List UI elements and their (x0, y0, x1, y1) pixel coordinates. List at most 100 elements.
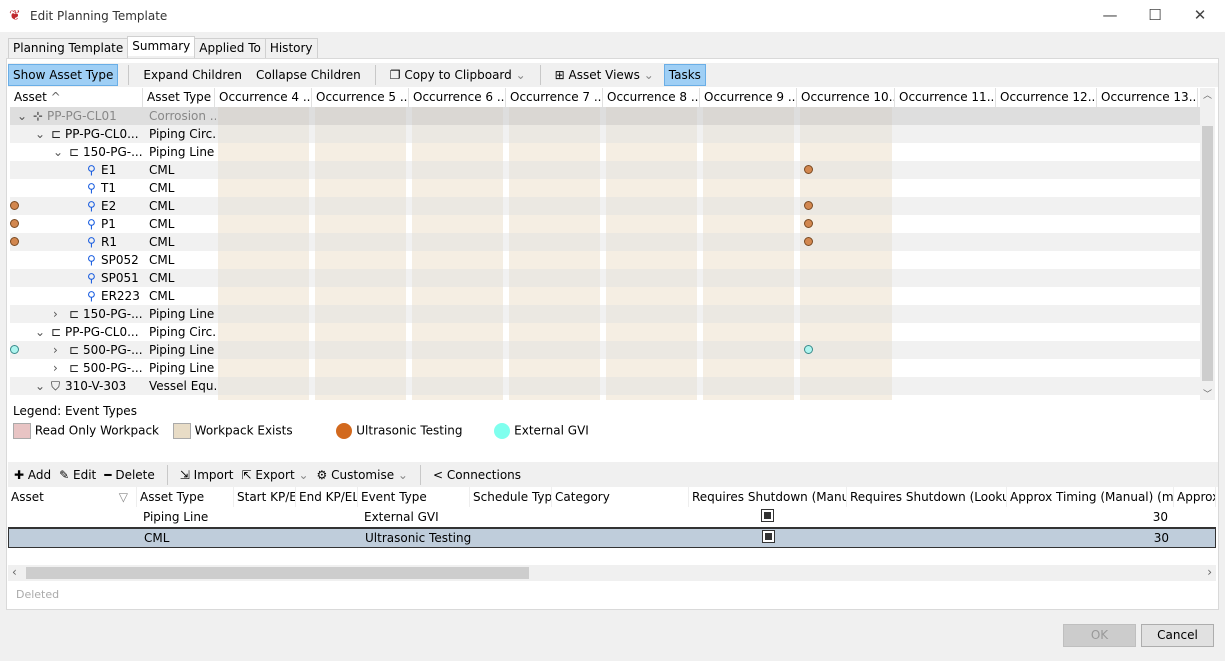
task-event-type: Ultrasonic Testing (365, 531, 472, 545)
collapse-children-button[interactable]: Collapse Children (252, 65, 365, 85)
tree-row[interactable]: ⚲ SP051 CML (10, 269, 1200, 287)
delete-button[interactable]: ━ Delete (104, 468, 155, 482)
task-column-header[interactable]: Requires Shutdown (Manual) (689, 487, 847, 507)
close-button[interactable]: ✕ (1190, 6, 1210, 24)
collapse-chevron-icon[interactable]: › (50, 305, 61, 323)
tab-summary[interactable]: Summary (127, 36, 196, 56)
export-button[interactable]: ⇱ Export ⌄ (241, 468, 308, 482)
expand-chevron-icon[interactable]: ⌄ (50, 143, 66, 161)
ultrasonic-testing-event[interactable] (804, 165, 813, 174)
ultrasonic-testing-event[interactable] (10, 237, 19, 246)
tasks-toggle[interactable]: Tasks (663, 64, 706, 86)
tree-row[interactable]: ⌄ ⊏ 150-PG-... Piping Line (10, 143, 1200, 161)
tree-row[interactable]: › ⊏ 150-PG-... Piping Line (10, 305, 1200, 323)
tree-row[interactable]: ⚲ E2 CML (10, 197, 1200, 215)
sort-asc-icon: ^ (50, 90, 61, 104)
column-header[interactable]: Occurrence 12... (996, 88, 1097, 107)
ultrasonic-testing-event[interactable] (804, 201, 813, 210)
copy-to-clipboard-button[interactable]: ❐ Copy to Clipboard ⌄ (386, 65, 530, 85)
ultrasonic-testing-event[interactable] (10, 201, 19, 210)
task-column-header[interactable]: Asset ▽ (8, 487, 137, 507)
column-header[interactable]: Occurrence 10... (797, 88, 895, 107)
scroll-right-icon[interactable]: › (1207, 565, 1212, 579)
ultrasonic-testing-event[interactable] (804, 237, 813, 246)
scroll-down-icon[interactable]: ﹀ (1200, 387, 1215, 400)
column-header[interactable]: Asset Type (143, 88, 215, 107)
expand-chevron-icon[interactable]: ⌄ (14, 107, 30, 125)
column-header[interactable]: Occurrence 4 ... (215, 88, 312, 107)
tree-row[interactable]: ⌄⛉ 310-V-303 Vessel Equ... (10, 377, 1200, 395)
task-column-header[interactable]: Schedule Type (470, 487, 552, 507)
column-header[interactable]: Occurrence 13... (1097, 88, 1198, 107)
task-column-header[interactable]: Event Type (358, 487, 470, 507)
maximize-button[interactable]: ☐ (1145, 6, 1165, 24)
tree-row[interactable]: › ⊏ 500-PG-... Piping Line (10, 341, 1200, 359)
task-column-header[interactable]: Approx (1174, 487, 1216, 507)
scroll-up-icon[interactable]: ︿ (1200, 88, 1215, 101)
column-header[interactable]: Occurrence 6 ... (409, 88, 506, 107)
column-header[interactable]: Occurrence 7 ... (506, 88, 603, 107)
column-header[interactable]: Occurrence 11... (895, 88, 996, 107)
requires-shutdown-checkbox[interactable] (762, 530, 775, 543)
task-column-header[interactable]: Approx Timing (Manual) (min) (1007, 487, 1174, 507)
edit-button[interactable]: ✎ Edit (59, 468, 96, 482)
export-label: Export (255, 467, 295, 482)
task-column-header[interactable]: Asset Type (137, 487, 234, 507)
task-row[interactable]: CML Ultrasonic Testing 30 (8, 528, 1216, 548)
tree-row[interactable]: ⌄⊏PP-PG-CL0...Piping Circ... (10, 323, 1200, 341)
cancel-button[interactable]: Cancel (1141, 624, 1214, 647)
task-row[interactable]: Piping Line External GVI 30 (8, 508, 1216, 528)
task-column-header[interactable]: End KP/EL (296, 487, 358, 507)
ultrasonic-testing-event[interactable] (804, 219, 813, 228)
tab-planning-template[interactable]: Planning Template (8, 38, 129, 58)
tree-row[interactable]: ⚲ P1 CML (10, 215, 1200, 233)
ultrasonic-testing-event[interactable] (10, 219, 19, 228)
column-header-label: Occurrence 7 ... (510, 90, 603, 104)
tree-row[interactable]: ⌄⊏PP-PG-CL0...Piping Circ... (10, 125, 1200, 143)
tree-row[interactable]: ⚲ R1 CML (10, 233, 1200, 251)
expand-chevron-icon[interactable]: ⌄ (32, 377, 48, 395)
scroll-left-icon[interactable]: ‹ (12, 565, 17, 579)
horizontal-scrollbar[interactable]: ‹ › (8, 565, 1216, 581)
asset-name: SP051 (101, 271, 139, 285)
minus-icon: ━ (104, 467, 112, 482)
requires-shutdown-checkbox[interactable] (761, 509, 774, 522)
tab-applied-to[interactable]: Applied To (194, 38, 266, 58)
column-header[interactable]: Occurrence 5 ... (312, 88, 409, 107)
add-button[interactable]: ✚ Add (14, 468, 51, 482)
column-header[interactable]: Occurrence 9 ... (700, 88, 797, 107)
column-header-label: Occurrence 5 ... (316, 90, 409, 104)
expand-chevron-icon[interactable]: ⌄ (32, 125, 48, 143)
column-header-label: Approx (1177, 490, 1216, 504)
scrollbar-thumb[interactable] (26, 567, 529, 579)
column-header[interactable]: Occurrence 8 ... (603, 88, 700, 107)
tree-row[interactable]: ⚲ ER223 CML (10, 287, 1200, 305)
customise-button[interactable]: ⚙ Customise ⌄ (317, 468, 408, 482)
external-gvi-event[interactable] (804, 345, 813, 354)
column-header-label: Asset (14, 90, 47, 104)
scrollbar-thumb[interactable] (1202, 126, 1213, 381)
tree-row[interactable]: ⚲ E1 CML (10, 161, 1200, 179)
tree-row[interactable]: ⚲ T1 CML (10, 179, 1200, 197)
vertical-scrollbar[interactable]: ︿ ﹀ (1200, 88, 1215, 400)
tab-history[interactable]: History (264, 38, 318, 58)
collapse-chevron-icon[interactable]: › (50, 359, 61, 377)
task-column-header[interactable]: Category (552, 487, 689, 507)
filter-icon[interactable]: ▽ (119, 490, 128, 504)
minimize-button[interactable]: — (1100, 6, 1120, 24)
tree-row[interactable]: ⌄ ⊹ PP-PG-CL01 Corrosion ... (10, 107, 1200, 125)
expand-children-button[interactable]: Expand Children (139, 65, 246, 85)
tree-row[interactable]: ⚲ SP052 CML (10, 251, 1200, 269)
task-column-header[interactable]: Requires Shutdown (Lookup) (847, 487, 1007, 507)
tree-row[interactable]: › ⊏ 500-PG-... Piping Line (10, 359, 1200, 377)
show-asset-type-toggle[interactable]: Show Asset Type (8, 64, 119, 86)
external-gvi-event[interactable] (10, 345, 19, 354)
import-button[interactable]: ⇲ Import (180, 468, 234, 482)
asset-views-button[interactable]: ⊞ Asset Views ⌄ (551, 65, 658, 85)
column-header[interactable]: Asset ^ (10, 88, 143, 107)
expand-chevron-icon[interactable]: ⌄ (32, 323, 48, 341)
ok-button[interactable]: OK (1063, 624, 1136, 647)
collapse-chevron-icon[interactable]: › (50, 341, 61, 359)
connections-button[interactable]: < Connections (433, 468, 521, 482)
task-column-header[interactable]: Start KP/EL (234, 487, 296, 507)
